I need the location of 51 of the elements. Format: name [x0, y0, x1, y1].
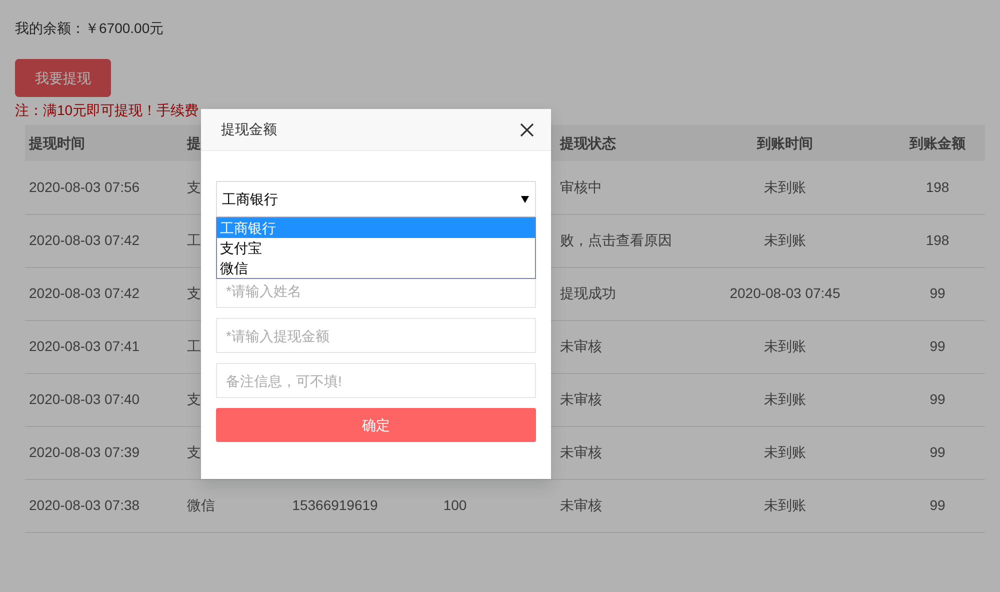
table-cell: 未审核 — [560, 391, 602, 407]
table-cell: 2020-08-03 07:42 — [29, 285, 140, 301]
table-cell: 15366919619 — [292, 497, 378, 513]
table-cell: 未到账 — [764, 497, 806, 513]
method-select[interactable]: 工商银行 — [216, 181, 536, 217]
table-cell: 未审核 — [560, 444, 602, 460]
input-field[interactable]: *请输入提现金额 — [216, 318, 536, 353]
column-header: 提 — [187, 134, 201, 150]
table-cell: 198 — [926, 178, 950, 195]
table-cell: 99 — [930, 391, 946, 407]
close-icon[interactable] — [520, 122, 534, 136]
table-cell: 审核中 — [560, 178, 602, 195]
table-cell: 支 — [187, 391, 201, 407]
table-cell: 2020-08-03 07:42 — [29, 232, 140, 248]
table-cell: 2020-08-03 07:39 — [29, 444, 140, 460]
column-header: 提现时间 — [29, 134, 85, 150]
column-header: 到账时间 — [757, 134, 813, 150]
table-cell: 工 — [187, 232, 201, 248]
modal-title: 提现金额 — [221, 120, 277, 139]
table-cell: 微信 — [187, 497, 215, 513]
table-cell: 2020-08-03 07:45 — [730, 285, 840, 301]
table-cell: 未到账 — [764, 232, 806, 248]
table-cell: 工 — [187, 338, 201, 354]
table-cell: 未到账 — [764, 444, 806, 460]
table-cell: 2020-08-03 07:56 — [29, 178, 140, 195]
table-cell: 提现成功 — [560, 285, 616, 301]
balance-text: 我的余额：￥6700.00元 — [15, 19, 165, 38]
table-cell: 99 — [930, 285, 946, 301]
note-text: 注：满10元即可提现！手续费 — [15, 101, 199, 120]
table-cell: 支 — [187, 178, 201, 195]
table-cell: 未到账 — [764, 391, 806, 407]
table-cell: 2020-08-03 07:40 — [29, 391, 140, 407]
table-cell: 198 — [926, 232, 950, 248]
caret-icon — [521, 196, 529, 202]
table-cell: 99 — [930, 444, 946, 460]
table-cell: 未审核 — [560, 497, 602, 513]
table-cell: 2020-08-03 07:41 — [29, 338, 140, 354]
table-cell: 99 — [930, 338, 946, 354]
table-cell: 2020-08-03 07:38 — [29, 497, 140, 513]
dropdown-option[interactable]: 支付宝 — [217, 238, 535, 258]
table-cell: 未到账 — [764, 178, 806, 195]
table-cell: 支 — [187, 444, 201, 460]
table-cell: 未到账 — [764, 338, 806, 354]
column-header: 到账金额 — [910, 134, 966, 150]
table-cell: 未审核 — [560, 338, 602, 354]
column-header: 提现状态 — [560, 134, 616, 150]
table-cell: 99 — [930, 497, 946, 513]
table-cell: 败，点击查看原因 — [560, 232, 672, 248]
input-field[interactable]: 备注信息，可不填! — [216, 363, 536, 398]
table-cell: 支 — [187, 285, 201, 301]
table-cell: 100 — [443, 497, 467, 513]
